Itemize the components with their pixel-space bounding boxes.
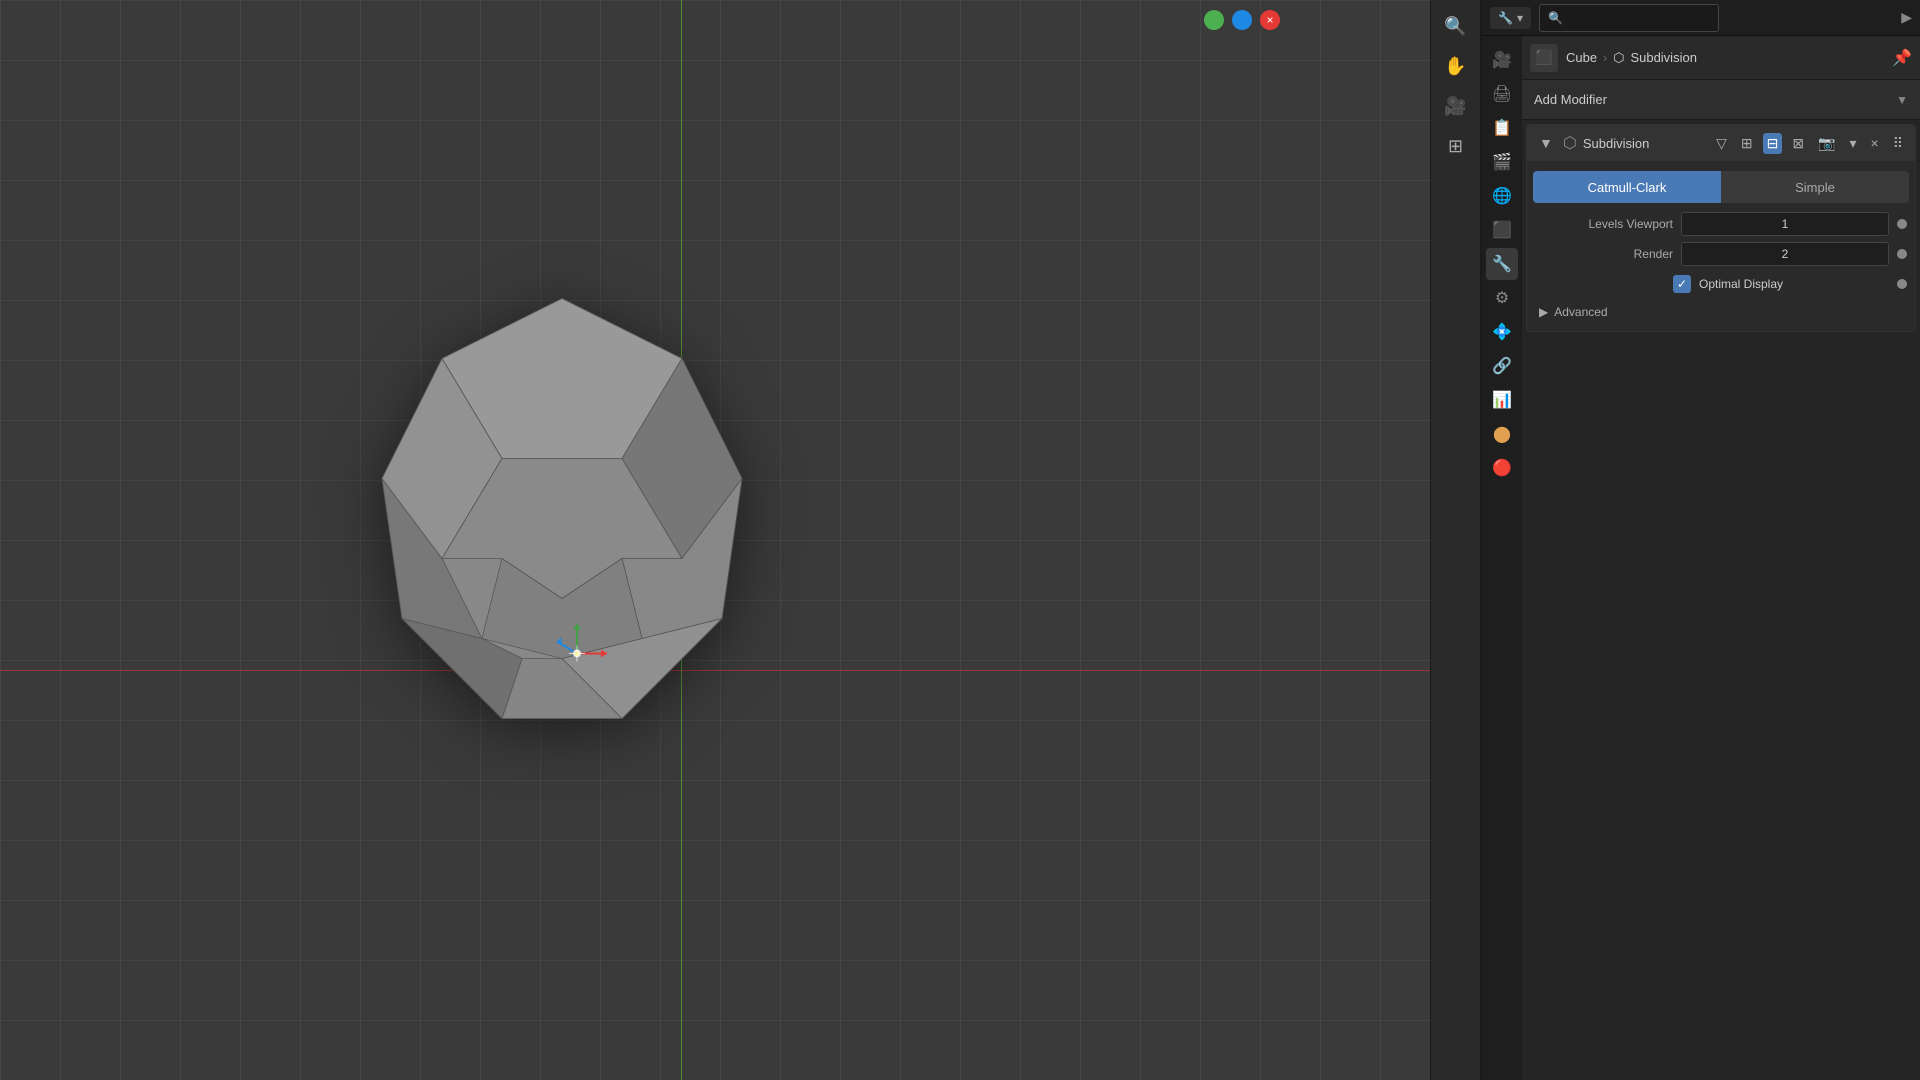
render-row: Render: [1527, 239, 1915, 269]
catmull-clark-btn[interactable]: Catmull-Clark: [1533, 171, 1721, 203]
advanced-section: ▶ Advanced: [1527, 299, 1915, 327]
sidebar-item-output[interactable]: 🖨: [1486, 78, 1518, 110]
sidebar-item-viewlayer[interactable]: 📋: [1486, 112, 1518, 144]
optimal-display-keyframe-dot: [1897, 279, 1907, 289]
breadcrumb: Cube › ⬡ Subdivision: [1566, 50, 1884, 66]
advanced-label: Advanced: [1554, 305, 1607, 319]
object-cube-icon: ⬛: [1535, 49, 1552, 66]
modifier-expand-btn[interactable]: ▾: [1846, 133, 1861, 154]
properties-content: ⬛ Cube › ⬡ Subdivision 📌 Add Modifier: [1522, 36, 1920, 1080]
right-panel-inner: 🎥 🖨 📋 🎬 🌐 ⬛ 🔧 ⚙ 💠 🔗 📊 ⬤ 🔴 ⬛: [1482, 36, 1920, 1080]
panel-icon-arrow: ▾: [1517, 11, 1523, 25]
render-keyframe-dot: [1897, 249, 1907, 259]
right-panel: 🔧 ▾ ▶ 🎥 🖨 📋 🎬 🌐 ⬛ 🔧 ⚙ 💠 🔗 📊 ⬤: [1480, 0, 1920, 1080]
sidebar-item-particles[interactable]: ⚙: [1486, 282, 1518, 314]
type-selector: Catmull-Clark Simple: [1533, 171, 1909, 203]
simple-btn[interactable]: Simple: [1721, 171, 1909, 203]
window-minimize-btn[interactable]: [1232, 10, 1252, 30]
modifier-delete-btn[interactable]: ×: [1867, 133, 1883, 153]
camera-icon: 🎥: [1444, 96, 1466, 117]
modifier-name: Subdivision: [1583, 136, 1706, 151]
optimal-display-label: Optimal Display: [1699, 277, 1783, 291]
modifier-type-icon: ⬡: [1563, 133, 1577, 153]
main-layout: ×: [0, 0, 1920, 1080]
modifier-panel-body: Catmull-Clark Simple Levels Viewport Ren…: [1527, 161, 1915, 331]
panel-icon: 🔧: [1498, 11, 1513, 25]
sidebar-item-object-data[interactable]: 🔴: [1486, 452, 1518, 484]
breadcrumb-header: ⬛ Cube › ⬡ Subdivision 📌: [1522, 36, 1920, 80]
expand-icon: ▶: [1901, 9, 1912, 26]
sidebar-item-constraints[interactable]: 🔗: [1486, 350, 1518, 382]
breadcrumb-object: Cube: [1566, 50, 1597, 65]
modifier-collapse-btn[interactable]: ▼: [1535, 133, 1557, 153]
sidebar-item-object[interactable]: ⬛: [1486, 214, 1518, 246]
camera-button[interactable]: 🎥: [1438, 88, 1474, 124]
advanced-chevron-icon: ▶: [1539, 305, 1548, 319]
advanced-toggle-btn[interactable]: ▶ Advanced: [1539, 305, 1608, 319]
viewport-toolbar: 🔍 ✋ 🎥 ⊞: [1430, 0, 1480, 1080]
grid-icon: ⊞: [1448, 136, 1463, 157]
mesh-object: [322, 279, 802, 802]
search-input[interactable]: [1539, 4, 1719, 32]
grid-button[interactable]: ⊞: [1438, 128, 1474, 164]
sidebar-item-physics[interactable]: 💠: [1486, 316, 1518, 348]
levels-viewport-row: Levels Viewport: [1527, 209, 1915, 239]
add-modifier-bar: Add Modifier ▼: [1522, 80, 1920, 120]
window-maximize-btn[interactable]: [1204, 10, 1224, 30]
levels-viewport-keyframe-dot: [1897, 219, 1907, 229]
optimal-display-checkbox[interactable]: ✓: [1673, 275, 1691, 293]
modifier-panel: ▼ ⬡ Subdivision ▽ ⊞ ⊟ ⊠ 📷 ▾ × ⠿: [1526, 124, 1916, 332]
object-icon-box: ⬛: [1530, 44, 1558, 72]
render-label: Render: [1543, 247, 1673, 261]
modifier-panel-header: ▼ ⬡ Subdivision ▽ ⊞ ⊟ ⊠ 📷 ▾ × ⠿: [1527, 125, 1915, 161]
add-modifier-label: Add Modifier: [1534, 92, 1607, 107]
window-close-btn[interactable]: ×: [1260, 10, 1280, 30]
sidebar-item-data[interactable]: 📊: [1486, 384, 1518, 416]
modifier-cage-btn[interactable]: ⊠: [1788, 133, 1808, 154]
zoom-button[interactable]: 🔍: [1438, 8, 1474, 44]
pan-button[interactable]: ✋: [1438, 48, 1474, 84]
sidebar-item-modifiers[interactable]: 🔧: [1486, 248, 1518, 280]
modifier-realtime-btn[interactable]: ▽: [1712, 133, 1731, 154]
panel-icon-dropdown[interactable]: 🔧 ▾: [1490, 7, 1531, 29]
sidebar-icons: 🎥 🖨 📋 🎬 🌐 ⬛ 🔧 ⚙ 💠 🔗 📊 ⬤ 🔴: [1482, 36, 1522, 1080]
sidebar-item-render[interactable]: 🎥: [1486, 44, 1518, 76]
breadcrumb-modifier-icon: ⬡: [1613, 50, 1624, 66]
zoom-icon: 🔍: [1444, 16, 1466, 37]
pan-icon: ✋: [1444, 56, 1466, 77]
viewport[interactable]: ×: [0, 0, 1480, 1080]
breadcrumb-separator: ›: [1603, 51, 1607, 65]
panel-top-header: 🔧 ▾ ▶: [1482, 0, 1920, 36]
sidebar-item-world[interactable]: 🌐: [1486, 180, 1518, 212]
sidebar-item-material[interactable]: ⬤: [1486, 418, 1518, 450]
modifier-render-btn[interactable]: ⊞: [1737, 133, 1757, 154]
modifier-camera-btn[interactable]: 📷: [1814, 133, 1839, 154]
levels-viewport-label: Levels Viewport: [1543, 217, 1673, 231]
levels-viewport-input[interactable]: [1681, 212, 1889, 236]
sidebar-item-scene[interactable]: 🎬: [1486, 146, 1518, 178]
modifier-edit-btn[interactable]: ⊟: [1763, 133, 1783, 154]
optimal-display-row: ✓ Optimal Display: [1527, 269, 1915, 299]
breadcrumb-modifier: Subdivision: [1630, 50, 1697, 65]
modifier-grid-btn[interactable]: ⠿: [1889, 133, 1907, 154]
close-icon: ×: [1266, 13, 1273, 27]
add-modifier-button[interactable]: Add Modifier: [1534, 92, 1896, 107]
render-input[interactable]: [1681, 242, 1889, 266]
add-modifier-arrow: ▼: [1896, 93, 1908, 107]
pin-icon[interactable]: 📌: [1892, 48, 1912, 68]
window-controls: ×: [1204, 10, 1280, 30]
